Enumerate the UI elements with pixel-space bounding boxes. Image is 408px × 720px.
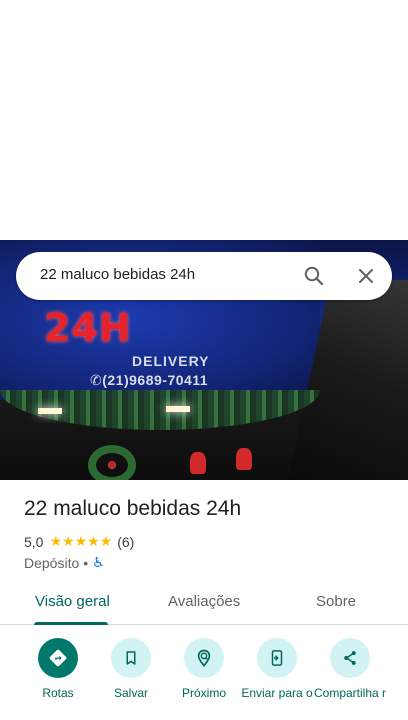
close-icon[interactable] bbox=[354, 264, 378, 288]
separator: • bbox=[83, 554, 89, 571]
sign-delivery-text: DELIVERY bbox=[132, 353, 210, 369]
rating-value: 5,0 bbox=[24, 533, 44, 550]
christmas-wreath bbox=[88, 445, 136, 480]
tab-bar: Visão geral Avaliações Sobre bbox=[0, 580, 408, 625]
share-icon bbox=[330, 638, 370, 678]
santa-decoration bbox=[190, 452, 206, 474]
nearby-button[interactable]: Próximo bbox=[164, 638, 244, 700]
send-to-phone-icon bbox=[257, 638, 297, 678]
star-rating-icon: ★★★★★ bbox=[49, 533, 113, 549]
place-category: Depósito bbox=[24, 554, 80, 571]
nearby-label: Próximo bbox=[181, 686, 226, 700]
nearby-icon bbox=[184, 638, 224, 678]
wheelchair-accessible-icon: ♿ bbox=[92, 554, 105, 570]
place-title: 22 maluco bebidas 24h bbox=[24, 497, 242, 520]
directions-label: Rotas bbox=[42, 686, 74, 700]
tab-reviews[interactable]: Avaliações bbox=[168, 593, 240, 610]
save-label: Salvar bbox=[113, 686, 148, 700]
bookmark-icon bbox=[111, 638, 151, 678]
share-button[interactable]: Compartilha r bbox=[310, 638, 390, 700]
review-count[interactable]: (6) bbox=[117, 534, 134, 550]
send-to-phone-label: Enviar para o bbox=[241, 686, 313, 700]
sign-main-text: 24H bbox=[44, 306, 132, 350]
lamp bbox=[38, 408, 62, 414]
search-icon[interactable] bbox=[302, 264, 326, 288]
save-button[interactable]: Salvar bbox=[91, 638, 171, 700]
directions-button[interactable]: Rotas bbox=[18, 638, 98, 700]
sign-phone-text: ✆(21)9689-70411 bbox=[90, 372, 209, 388]
send-to-phone-button[interactable]: Enviar para o bbox=[237, 638, 317, 700]
directions-icon bbox=[38, 638, 78, 678]
search-input[interactable]: 22 maluco bebidas 24h bbox=[40, 266, 195, 283]
category-row: Depósito • ♿ bbox=[24, 554, 105, 571]
tab-overview[interactable]: Visão geral bbox=[35, 593, 110, 610]
share-label: Compartilha r bbox=[313, 686, 387, 700]
rating-row[interactable]: 5,0 ★★★★★ (6) bbox=[24, 533, 134, 550]
lamp bbox=[166, 406, 190, 412]
action-buttons: Rotas Salvar Próximo Enviar para o Compa… bbox=[0, 638, 408, 720]
tab-about[interactable]: Sobre bbox=[316, 593, 356, 610]
santa-decoration bbox=[236, 448, 252, 470]
search-bar[interactable]: 22 maluco bebidas 24h bbox=[16, 252, 392, 300]
active-tab-indicator bbox=[34, 622, 108, 625]
